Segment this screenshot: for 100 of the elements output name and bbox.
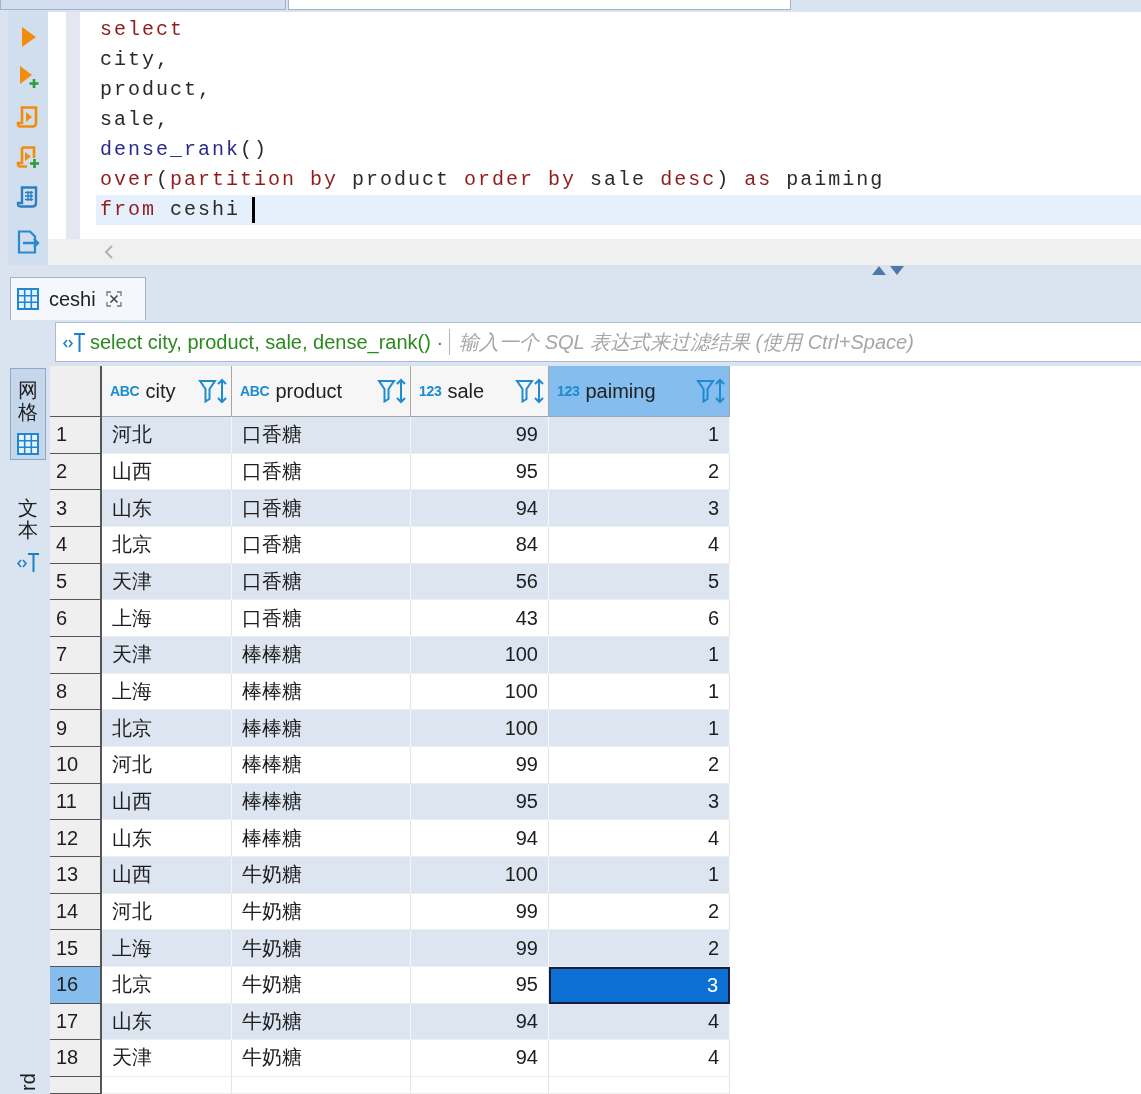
table-cell[interactable]: 94 — [411, 1040, 549, 1077]
table-cell[interactable]: 84 — [411, 526, 549, 564]
column-header[interactable]: ABC city — [102, 366, 232, 417]
table-cell[interactable]: 1 — [549, 856, 730, 894]
table-cell[interactable]: 棒棒糖 — [232, 710, 411, 747]
table-cell[interactable]: 山西 — [102, 856, 232, 894]
row-number[interactable]: 9 — [50, 710, 102, 747]
table-cell[interactable]: 棒棒糖 — [232, 636, 411, 674]
table-cell[interactable]: 1 — [549, 710, 730, 747]
table-cell[interactable]: 上海 — [102, 930, 232, 967]
table-cell[interactable]: 99 — [411, 746, 549, 784]
row-number[interactable]: 5 — [50, 563, 102, 601]
column-header[interactable]: ABC product — [232, 366, 411, 417]
row-number[interactable]: 4 — [50, 526, 102, 564]
table-cell[interactable]: 94 — [411, 820, 549, 857]
filter-sort-icon[interactable] — [696, 377, 726, 405]
row-number[interactable]: 11 — [50, 783, 102, 821]
filter-sort-icon[interactable] — [198, 377, 228, 405]
table-cell[interactable]: 3 — [549, 966, 730, 1004]
document-arrow-icon[interactable] — [16, 230, 40, 254]
table-cell[interactable]: 山东 — [102, 1003, 232, 1041]
column-header[interactable]: 123 sale — [411, 366, 549, 417]
table-cell[interactable]: 北京 — [102, 526, 232, 564]
table-cell[interactable]: 99 — [411, 417, 549, 454]
table-cell[interactable]: 3 — [549, 490, 730, 527]
table-cell[interactable]: 山东 — [102, 490, 232, 527]
table-cell[interactable]: 天津 — [102, 636, 232, 674]
editor-tab[interactable] — [0, 0, 286, 10]
table-cell[interactable]: 牛奶糖 — [232, 930, 411, 967]
triangle-down-icon[interactable] — [890, 266, 904, 275]
triangle-up-icon[interactable] — [872, 266, 886, 275]
table-cell[interactable]: 河北 — [102, 746, 232, 784]
table-cell[interactable]: 口香糖 — [232, 600, 411, 637]
table-cell[interactable]: 口香糖 — [232, 526, 411, 564]
table-cell[interactable]: 100 — [411, 856, 549, 894]
table-cell[interactable]: 天津 — [102, 1040, 232, 1077]
row-number[interactable]: 1 — [50, 417, 102, 454]
table-cell[interactable]: 上海 — [102, 600, 232, 637]
table-cell[interactable]: 山东 — [102, 820, 232, 857]
row-number[interactable]: 8 — [50, 673, 102, 711]
table-cell[interactable]: 1 — [549, 636, 730, 674]
table-cell[interactable]: 6 — [549, 600, 730, 637]
table-cell[interactable]: 56 — [411, 563, 549, 601]
record-toggle[interactable]: rd — [18, 1072, 38, 1091]
row-number[interactable]: 6 — [50, 600, 102, 637]
table-cell[interactable]: 天津 — [102, 563, 232, 601]
horizontal-scrollbar[interactable] — [48, 239, 1141, 265]
scroll-play-plus-icon[interactable] — [16, 145, 40, 169]
row-number[interactable]: 3 — [50, 490, 102, 527]
table-cell[interactable]: 牛奶糖 — [232, 1040, 411, 1077]
row-number[interactable]: 16 — [50, 966, 102, 1004]
table-cell[interactable]: 4 — [549, 1003, 730, 1041]
table-cell[interactable]: 1 — [549, 417, 730, 454]
table-cell[interactable]: 北京 — [102, 966, 232, 1004]
close-icon[interactable] — [105, 291, 122, 307]
table-cell[interactable]: 2 — [549, 930, 730, 967]
table-cell[interactable]: 95 — [411, 783, 549, 821]
scroll-icon[interactable] — [16, 185, 40, 209]
table-cell[interactable]: 100 — [411, 710, 549, 747]
table-cell[interactable]: 河北 — [102, 417, 232, 454]
filter-sort-icon[interactable] — [515, 377, 545, 405]
table-cell[interactable]: 100 — [411, 636, 549, 674]
row-number[interactable]: 12 — [50, 820, 102, 857]
row-number[interactable]: 10 — [50, 746, 102, 784]
table-cell[interactable]: 棒棒糖 — [232, 820, 411, 857]
table-cell[interactable]: 94 — [411, 490, 549, 527]
editor-tab[interactable] — [288, 0, 791, 10]
table-cell[interactable]: 99 — [411, 930, 549, 967]
filter-sort-icon[interactable] — [377, 377, 407, 405]
table-cell[interactable]: 4 — [549, 526, 730, 564]
row-number[interactable]: 13 — [50, 856, 102, 894]
view-tab[interactable]: 网格 — [10, 368, 46, 460]
table-cell[interactable]: 口香糖 — [232, 490, 411, 527]
filter-input[interactable]: 输入一个 SQL 表达式来过滤结果 (使用 Ctrl+Space) — [449, 322, 1141, 362]
row-number[interactable]: 17 — [50, 1003, 102, 1041]
table-cell[interactable]: 3 — [549, 783, 730, 821]
row-number[interactable]: 15 — [50, 930, 102, 967]
table-cell[interactable]: 牛奶糖 — [232, 856, 411, 894]
result-tab[interactable]: ceshi — [10, 277, 146, 320]
chevron-left-icon[interactable] — [104, 244, 114, 260]
table-cell[interactable]: 山西 — [102, 783, 232, 821]
table-cell[interactable]: 牛奶糖 — [232, 1003, 411, 1041]
table-cell[interactable]: 4 — [549, 1040, 730, 1077]
table-cell[interactable]: 43 — [411, 600, 549, 637]
row-number[interactable]: 2 — [50, 453, 102, 491]
table-cell[interactable]: 棒棒糖 — [232, 746, 411, 784]
table-cell[interactable]: 4 — [549, 820, 730, 857]
row-number[interactable]: 18 — [50, 1040, 102, 1077]
column-header[interactable]: 123 paiming — [549, 366, 730, 417]
table-cell[interactable]: 5 — [549, 563, 730, 601]
table-cell[interactable]: 2 — [549, 746, 730, 784]
table-cell[interactable]: 北京 — [102, 710, 232, 747]
row-number[interactable]: 14 — [50, 893, 102, 931]
query-history-button[interactable]: select city, product, sale, dense_rank() · — [55, 322, 450, 362]
scroll-play-icon[interactable] — [16, 105, 40, 129]
table-cell[interactable]: 牛奶糖 — [232, 966, 411, 1004]
table-cell[interactable]: 94 — [411, 1003, 549, 1041]
table-cell[interactable]: 口香糖 — [232, 417, 411, 454]
table-cell[interactable]: 棒棒糖 — [232, 783, 411, 821]
view-tab[interactable]: 文本 — [10, 486, 46, 578]
